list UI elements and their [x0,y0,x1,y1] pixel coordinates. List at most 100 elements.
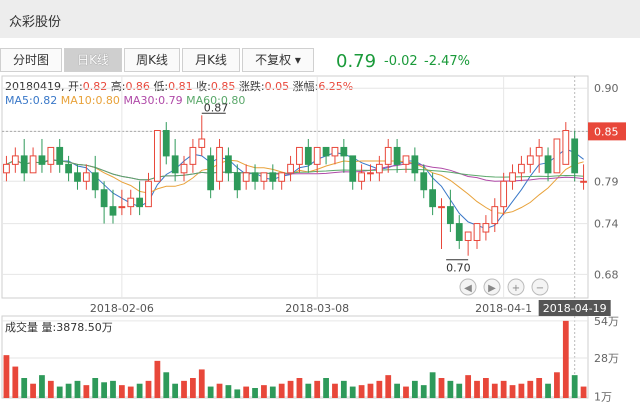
candle-body [109,206,117,216]
candle-body [500,180,508,208]
candle-body [375,163,383,174]
volume-bar [491,383,498,398]
volume-bar [21,378,28,398]
volume-bar [92,378,99,398]
crosshair-date-label: 2018-04-19 [543,302,607,315]
candle-body [225,155,232,174]
volume-bar [172,383,179,398]
candle-body [420,172,428,191]
volume-bar [411,380,418,398]
candle-body [340,146,348,157]
candle-body [145,180,152,208]
volume-bar [136,383,143,398]
volume-bar [3,355,10,398]
candle-body [127,197,135,208]
volume-bar [30,383,36,398]
candle-body [242,172,250,182]
volume-bar [190,378,196,398]
volume-bar [332,383,338,398]
candle-body [455,223,463,241]
candle-body [518,163,525,174]
candle-body [136,197,144,208]
candle-body [429,189,437,208]
candle-body [313,146,321,165]
candle-body [189,146,197,165]
candle-body [349,155,357,182]
candle-body [29,155,37,174]
price-tick-label: 0.74 [594,218,619,231]
volume-bar [385,375,392,398]
volume-bar [216,383,223,398]
date-tick-label: 2018-02-06 [90,302,154,315]
candle-body [180,163,188,174]
volume-bar [571,375,578,398]
volume-bar [207,386,214,398]
candle-body [296,146,303,165]
volume-tick-label: 1万 [594,391,612,404]
volume-bar [83,385,90,398]
volume-bar [483,378,489,398]
volume-bar [181,380,187,398]
candle-body [482,223,490,233]
volume-bar [562,320,569,398]
volume-bar [163,372,170,398]
candle-body [91,172,99,191]
candle-body [402,155,410,165]
volume-bar [287,380,294,398]
date-tick-label: 2018-03-08 [285,302,349,315]
candle-body [74,172,81,182]
candle-body [331,146,339,157]
volume-bar [438,378,445,398]
candle-body [278,172,286,182]
volume-bar [367,383,374,398]
volume-bar [145,380,152,398]
volume-bar [261,385,267,398]
high-marker-label: 0.87 [204,101,229,114]
candle-body [38,155,46,165]
candle-body [82,172,90,182]
candle-body [65,163,72,174]
candle-body [11,155,19,165]
candle-body [251,172,259,182]
volume-bar [225,385,232,398]
scroll-right-icon-glyph: ▶ [488,283,496,294]
volume-bar [74,380,81,398]
candle-body [535,146,543,157]
volume-bar [340,380,347,398]
volume-title: 成交量 量:3878.50万 [5,321,113,334]
volume-bar [127,386,134,398]
candle-body [393,146,401,165]
volume-bar [154,360,161,398]
volume-bar [296,378,303,398]
candle-body [100,189,108,208]
candle-body [446,206,454,225]
date-tick-label: 2018-04-1 [475,302,532,315]
candle-body [544,155,552,174]
candle-body [562,130,570,165]
candle-body [269,172,277,182]
candle-body [322,146,330,157]
candle-body [438,206,445,209]
volume-bar [500,380,507,398]
candle-body [47,146,55,165]
volume-bar [269,386,276,398]
current-price-tag-label: 0.85 [594,125,619,138]
kline-chart[interactable]: 0.900.850.790.740.680.852018-02-062018-0… [0,0,640,404]
candle-body [287,163,294,174]
volume-bar [47,380,54,398]
volume-bar [278,383,285,398]
volume-bar [323,378,329,398]
volume-bar [518,383,525,398]
candle-body [3,163,10,174]
volume-bar [456,383,463,398]
candle-body [526,155,534,165]
candle-body [216,146,223,182]
volume-bar [536,378,543,398]
volume-bar [65,383,72,398]
low-marker-label: 0.70 [446,262,471,275]
candle-body [118,206,126,209]
price-tick-label: 0.68 [594,268,619,281]
volume-bar [358,385,365,398]
price-tick-label: 0.90 [594,82,619,95]
volume-tick-label: 54万 [594,315,619,328]
